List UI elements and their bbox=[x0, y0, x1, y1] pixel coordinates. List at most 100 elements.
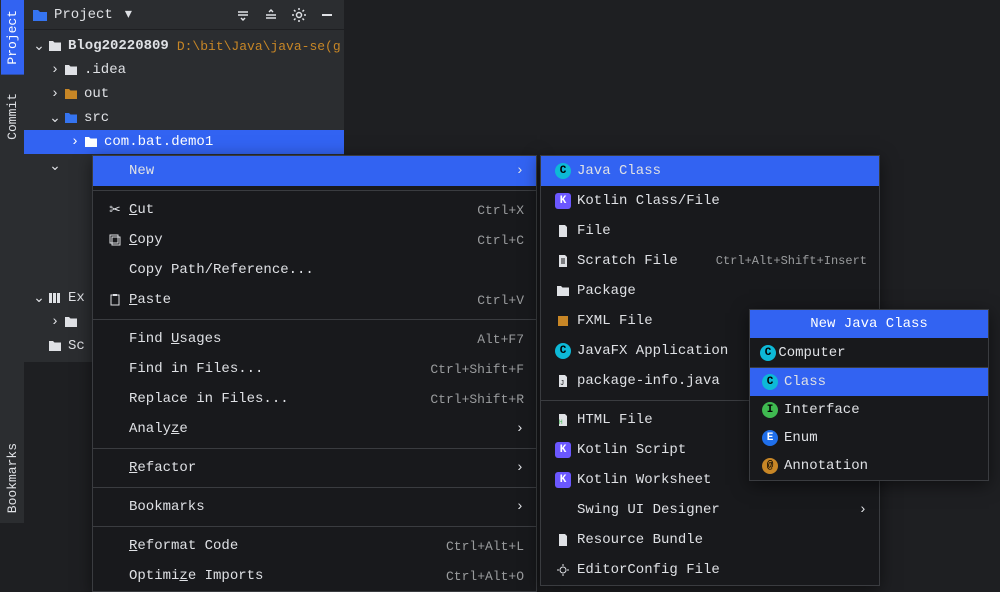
menu-label: Kotlin Class/File bbox=[573, 193, 867, 209]
menu-item-copy[interactable]: Copy Ctrl+C bbox=[93, 225, 536, 255]
menu-item-scratch[interactable]: Scratch File Ctrl+Alt+Shift+Insert bbox=[541, 246, 879, 276]
menu-item-optimize[interactable]: Optimize Imports Ctrl+Alt+O bbox=[93, 561, 536, 591]
menu-item-package[interactable]: Package bbox=[541, 276, 879, 306]
svg-text:J: J bbox=[560, 380, 564, 388]
popup-title: New Java Class bbox=[750, 310, 988, 338]
scratch-folder-icon bbox=[46, 340, 64, 352]
menu-separator bbox=[93, 487, 536, 488]
option-interface[interactable]: I Interface bbox=[750, 396, 988, 424]
sidebar-tab-bookmarks[interactable]: Bookmarks bbox=[1, 433, 24, 523]
project-title-label: Project bbox=[54, 7, 113, 23]
menu-shortcut: Ctrl+Shift+F bbox=[430, 362, 524, 377]
minimize-icon[interactable] bbox=[318, 6, 336, 24]
menu-label: Copy Path/Reference... bbox=[125, 262, 524, 278]
menu-item-paste[interactable]: Paste Ctrl+V bbox=[93, 285, 536, 315]
gear-icon[interactable] bbox=[290, 6, 308, 24]
chevron-down-icon: ⌄ bbox=[32, 290, 46, 307]
menu-label: Replace in Files... bbox=[125, 391, 430, 407]
copy-icon bbox=[105, 233, 125, 247]
gear-icon bbox=[553, 563, 573, 577]
tree-label: com.bat.demo1 bbox=[104, 134, 213, 150]
menu-item-refactor[interactable]: Refactor › bbox=[93, 453, 536, 483]
chevron-right-icon: › bbox=[68, 134, 82, 150]
chevron-right-icon: › bbox=[516, 460, 524, 476]
menu-label: Optimize Imports bbox=[125, 568, 446, 584]
menu-shortcut: Ctrl+V bbox=[477, 293, 524, 308]
chevron-right-icon: › bbox=[859, 502, 867, 518]
tree-label: .idea bbox=[84, 62, 126, 78]
tree-row-package[interactable]: › com.bat.demo1 bbox=[24, 130, 344, 154]
menu-item-replace-in-files[interactable]: Replace in Files... Ctrl+Shift+R bbox=[93, 384, 536, 414]
chevron-down-icon: ⌄ bbox=[32, 38, 46, 55]
option-label: Class bbox=[780, 374, 978, 390]
tree-label: src bbox=[84, 110, 109, 126]
tree-row-out[interactable]: › out bbox=[24, 82, 344, 106]
folder-icon bbox=[32, 8, 48, 22]
scratch-icon bbox=[553, 254, 573, 268]
tree-row-root[interactable]: ⌄ Blog20220809 D:\bit\Java\java-se(g bbox=[24, 34, 344, 58]
menu-item-reformat[interactable]: Reformat Code Ctrl+Alt+L bbox=[93, 531, 536, 561]
annotation-icon: @ bbox=[760, 458, 780, 474]
clipboard-icon bbox=[105, 293, 125, 307]
option-annotation[interactable]: @ Annotation bbox=[750, 452, 988, 480]
chevron-right-icon: › bbox=[516, 499, 524, 515]
menu-item-copy-path[interactable]: Copy Path/Reference... bbox=[93, 255, 536, 285]
chevron-right-icon: › bbox=[48, 62, 62, 78]
menu-item-find-usages[interactable]: Find Usages Alt+F7 bbox=[93, 324, 536, 354]
menu-label: File bbox=[573, 223, 867, 239]
class-icon: C bbox=[760, 374, 780, 390]
menu-item-editorconfig[interactable]: EditorConfig File bbox=[541, 555, 879, 585]
menu-shortcut: Ctrl+Alt+Shift+Insert bbox=[716, 254, 867, 268]
menu-label: Copy bbox=[125, 232, 477, 248]
tree-label: Sc bbox=[68, 338, 85, 354]
option-enum[interactable]: E Enum bbox=[750, 424, 988, 452]
option-label: Annotation bbox=[780, 458, 978, 474]
menu-shortcut: Ctrl+Shift+R bbox=[430, 392, 524, 407]
expand-all-icon[interactable] bbox=[262, 6, 280, 24]
menu-label: Find Usages bbox=[125, 331, 477, 347]
menu-label: Analyze bbox=[125, 421, 516, 437]
menu-item-new[interactable]: New › bbox=[93, 156, 536, 186]
menu-item-cut[interactable]: ✂ Cut Ctrl+X bbox=[93, 195, 536, 225]
menu-item-resource-bundle[interactable]: Resource Bundle bbox=[541, 525, 879, 555]
sidebar-vertical: Project Commit Bookmarks bbox=[0, 0, 24, 523]
option-class[interactable]: C Class bbox=[750, 368, 988, 396]
sidebar-tab-commit[interactable]: Commit bbox=[1, 83, 24, 150]
tree-row-idea[interactable]: › .idea bbox=[24, 58, 344, 82]
menu-item-file[interactable]: File bbox=[541, 216, 879, 246]
svg-text:H: H bbox=[559, 419, 563, 426]
option-label: Enum bbox=[780, 430, 978, 446]
menu-separator bbox=[93, 319, 536, 320]
tree-row-src[interactable]: ⌄ src bbox=[24, 106, 344, 130]
menu-item-bookmarks[interactable]: Bookmarks › bbox=[93, 492, 536, 522]
select-opened-icon[interactable] bbox=[234, 6, 252, 24]
chevron-down-icon: ⌄ bbox=[48, 110, 62, 127]
menu-item-swing[interactable]: Swing UI Designer › bbox=[541, 495, 879, 525]
menu-label: Swing UI Designer bbox=[573, 502, 859, 518]
menu-item-find-in-files[interactable]: Find in Files... Ctrl+Shift+F bbox=[93, 354, 536, 384]
folder-icon bbox=[62, 112, 80, 124]
enum-icon: E bbox=[760, 430, 780, 446]
menu-shortcut: Ctrl+C bbox=[477, 233, 524, 248]
menu-item-kotlin-class[interactable]: K Kotlin Class/File bbox=[541, 186, 879, 216]
menu-shortcut: Ctrl+X bbox=[477, 203, 524, 218]
menu-separator bbox=[93, 526, 536, 527]
chevron-right-icon: › bbox=[48, 314, 62, 330]
menu-label: Refactor bbox=[125, 460, 516, 476]
menu-label: EditorConfig File bbox=[573, 562, 867, 578]
menu-item-java-class[interactable]: C Java Class bbox=[541, 156, 879, 186]
class-name-input[interactable] bbox=[778, 345, 978, 361]
chevron-down-icon: ▾ bbox=[125, 6, 132, 23]
popup-input-row: C bbox=[750, 338, 988, 368]
menu-label: Bookmarks bbox=[125, 499, 516, 515]
sidebar-tab-project[interactable]: Project bbox=[1, 0, 24, 75]
folder-icon bbox=[62, 64, 80, 76]
menu-separator bbox=[93, 190, 536, 191]
menu-item-analyze[interactable]: Analyze › bbox=[93, 414, 536, 444]
folder-icon bbox=[62, 88, 80, 100]
resource-icon bbox=[553, 533, 573, 547]
tree-label: Ex bbox=[68, 290, 85, 306]
project-title[interactable]: Project ▾ bbox=[32, 6, 132, 23]
menu-shortcut: Ctrl+Alt+L bbox=[446, 539, 524, 554]
kotlin-icon: K bbox=[553, 442, 573, 458]
